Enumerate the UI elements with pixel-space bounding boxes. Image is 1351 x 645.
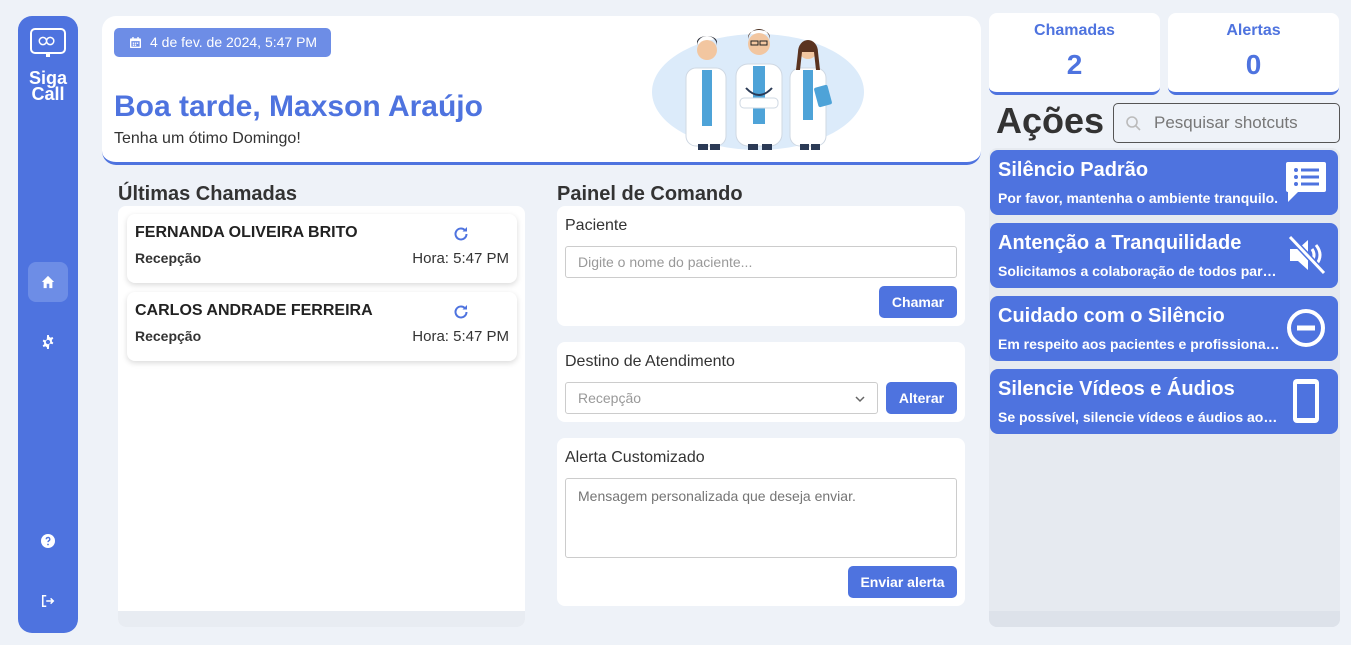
- alerts-stat-card: Alertas 0: [1168, 13, 1339, 95]
- command-section-title: Painel de Comando: [557, 183, 743, 205]
- nav-logout-button[interactable]: [28, 581, 68, 621]
- doctors-illustration: [652, 29, 864, 150]
- call-patient-button[interactable]: Chamar: [879, 286, 957, 318]
- minus-circle-icon: [1287, 309, 1325, 347]
- logout-icon: [41, 594, 55, 608]
- action-title: Cuidado com o Silêncio: [998, 305, 1225, 327]
- action-title: Silencie Vídeos e Áudios: [998, 378, 1235, 400]
- call-time: Hora: 5:47 PM: [412, 250, 509, 267]
- phone-icon: [1293, 379, 1319, 423]
- nav-home-button[interactable]: [28, 262, 68, 302]
- action-title: Antenção a Tranquilidade: [998, 232, 1242, 254]
- greeting-title: Boa tarde, Maxson Araújo: [114, 90, 483, 123]
- action-card[interactable]: Silencie Vídeos e Áudios Se possível, si…: [990, 369, 1338, 434]
- shortcut-search-input[interactable]: Pesquisar shotcuts: [1113, 103, 1340, 143]
- alerts-stat-value: 0: [1245, 49, 1262, 80]
- refresh-icon[interactable]: [452, 225, 470, 243]
- patient-card: Paciente Digite o nome do paciente... Ch…: [557, 206, 965, 326]
- logo-text: Siga Call: [28, 68, 67, 104]
- call-patient-name: CARLOS ANDRADE FERREIRA: [135, 302, 373, 319]
- welcome-header: 4 de fev. de 2024, 5:47 PM Boa tarde, Ma…: [102, 16, 981, 165]
- change-destination-button[interactable]: Alterar: [886, 382, 957, 414]
- nav-help-button[interactable]: [28, 521, 68, 561]
- calls-stat-label: Chamadas: [1034, 22, 1115, 39]
- question-icon: [41, 534, 55, 548]
- send-alert-button[interactable]: Enviar alerta: [848, 566, 957, 598]
- destination-label: Destino de Atendimento: [565, 353, 735, 370]
- calls-stat-value: 2: [1066, 49, 1083, 80]
- message-list-icon: [1286, 162, 1326, 202]
- calls-footer: [118, 611, 525, 627]
- actions-footer: [989, 611, 1340, 627]
- call-patient-name: FERNANDA OLIVEIRA BRITO: [135, 224, 358, 241]
- action-description: Se possível, silencie vídeos e áudios ao…: [998, 409, 1280, 425]
- action-card[interactable]: Antenção a Tranquilidade Solicitamos a c…: [990, 223, 1338, 288]
- calls-section-title: Últimas Chamadas: [118, 183, 297, 205]
- action-title: Silêncio Padrão: [998, 159, 1149, 181]
- home-icon: [41, 275, 55, 289]
- calls-list: FERNANDA OLIVEIRA BRITO Recepção Hora: 5…: [118, 206, 525, 627]
- refresh-icon[interactable]: [452, 303, 470, 321]
- patient-label: Paciente: [565, 217, 628, 234]
- search-icon: [1126, 116, 1141, 131]
- call-card[interactable]: FERNANDA OLIVEIRA BRITO Recepção Hora: 5…: [127, 214, 517, 283]
- alerts-stat-label: Alertas: [1226, 22, 1281, 39]
- greeting-subtitle: Tenha um ótimo Domingo!: [114, 130, 301, 147]
- action-card[interactable]: Cuidado com o Silêncio Em respeito aos p…: [990, 296, 1338, 361]
- volume-mute-icon: [1287, 234, 1327, 276]
- date-badge: 4 de fev. de 2024, 5:47 PM: [114, 28, 332, 57]
- custom-alert-textarea[interactable]: [565, 478, 957, 558]
- custom-alert-card: Alerta Customizado Enviar alerta: [557, 438, 965, 606]
- action-card[interactable]: Silêncio Padrão Por favor, mantenha o am…: [990, 150, 1338, 215]
- logo-icon: [30, 28, 66, 57]
- chevron-down-icon: [855, 396, 865, 403]
- custom-alert-label: Alerta Customizado: [565, 449, 705, 466]
- gear-icon: [42, 335, 54, 349]
- call-location: Recepção: [135, 250, 202, 266]
- nav-settings-button[interactable]: [28, 322, 68, 362]
- action-description: Em respeito aos pacientes e profissionai…: [998, 336, 1280, 352]
- destination-card: Destino de Atendimento Recepção Alterar: [557, 342, 965, 422]
- call-location: Recepção: [135, 328, 202, 344]
- actions-title: Ações: [996, 100, 1105, 141]
- action-description: Por favor, mantenha o ambiente tranquilo…: [998, 190, 1279, 206]
- sidebar: Siga Call: [18, 16, 78, 633]
- calls-stat-card: Chamadas 2: [989, 13, 1160, 95]
- destination-select[interactable]: Recepção: [565, 382, 878, 414]
- calendar-icon: [130, 37, 141, 48]
- patient-name-input[interactable]: Digite o nome do paciente...: [565, 246, 957, 278]
- call-time: Hora: 5:47 PM: [412, 328, 509, 345]
- action-description: Solicitamos a colaboração de todos para …: [998, 263, 1280, 279]
- call-card[interactable]: CARLOS ANDRADE FERREIRA Recepção Hora: 5…: [127, 292, 517, 361]
